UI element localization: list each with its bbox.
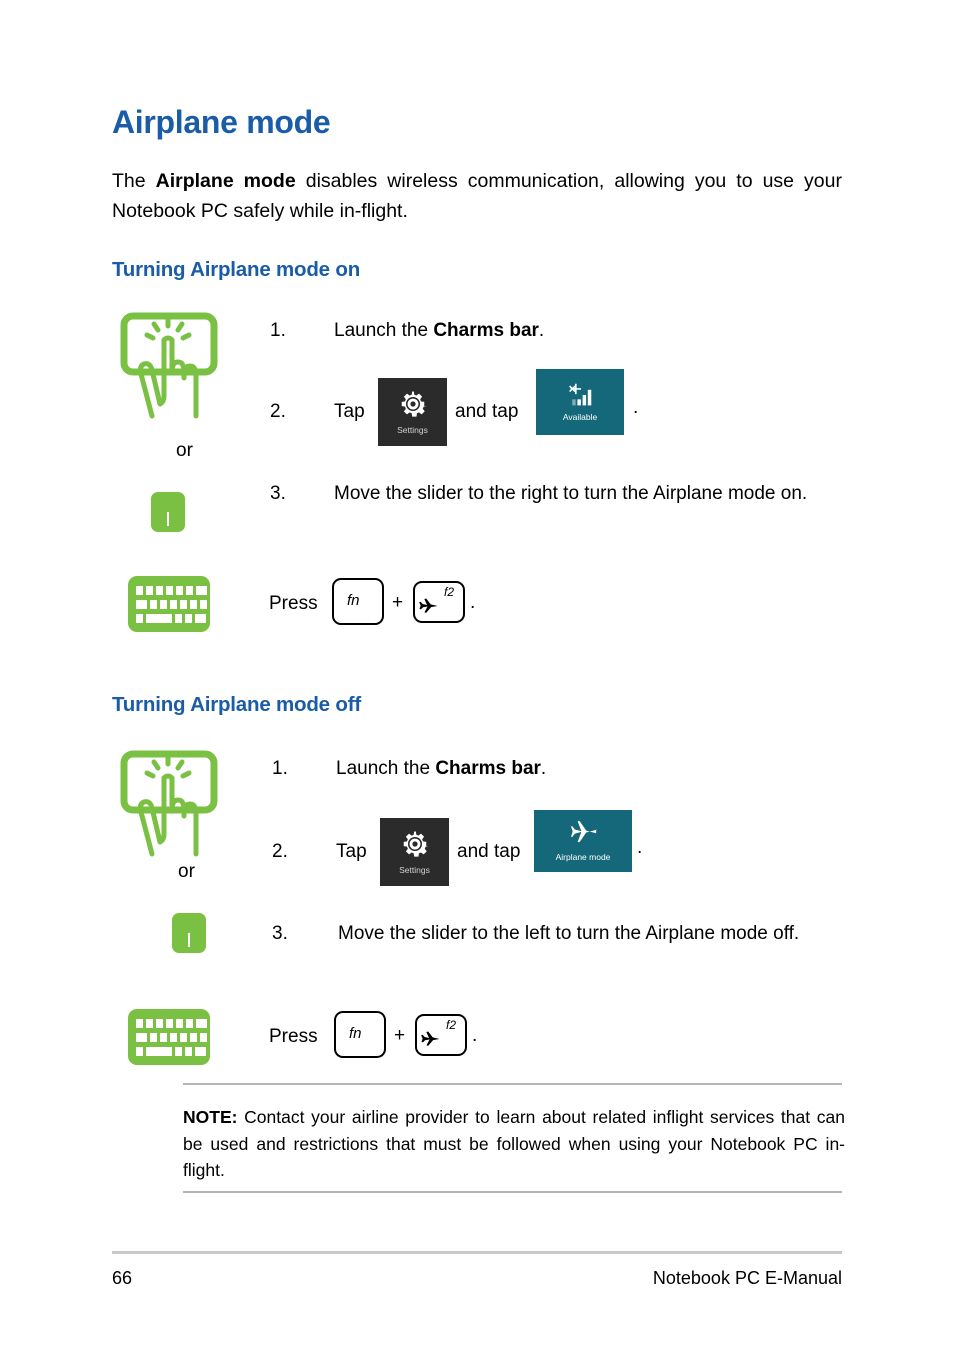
settings-tile-off[interactable]: Settings [380,818,449,886]
network-tile-label: Available [562,412,598,422]
gear-icon [401,391,427,417]
keyboard-row-3-off [136,1047,206,1056]
step-off-1-after: . [540,758,547,779]
keyboard-icon-off [128,1009,210,1065]
press-label-on: Press [269,593,318,614]
step-number-on-3: 3. [270,483,286,504]
note-body: Contact your airline provider to learn a… [183,1107,845,1180]
touchscreen-gesture-icon-off [120,750,218,863]
keyboard-row-2-off [136,1033,207,1042]
step-number-on-2: 2. [270,401,286,422]
or-label-off: or [178,861,195,882]
step-text-off-2-tap: Tap [336,841,367,862]
keyboard-row-1 [136,586,207,595]
plus-sign-on: + [392,592,404,613]
note-label: NOTE: [183,1107,238,1127]
airplane-tile-label: Airplane mode [555,852,611,862]
plus-sign-off: + [394,1025,406,1046]
keyboard-icon-on [128,576,210,632]
section-heading-turning-off: Turning Airplane mode off [112,693,361,716]
step-on-1-before: Launch the [334,320,434,341]
settings-tile-label-off: Settings [399,865,430,875]
airplane-icon [571,820,597,843]
press-label-off: Press [269,1026,318,1047]
step-number-on-1: 1. [270,320,286,341]
note-divider-top [183,1083,842,1085]
network-available-tile[interactable]: Available [536,369,624,435]
step-text-off-2-mid: and tap [457,841,521,862]
footer-divider [112,1251,842,1254]
step-off-1-before: Launch the [336,758,436,779]
keyboard-row-1-off [136,1019,207,1028]
gear-icon [403,831,429,857]
f2-key-label-off: f2 [446,1018,457,1032]
airplane-mode-tile[interactable]: Airplane mode [534,810,632,872]
intro-paragraph: The Airplane mode disables wireless comm… [112,166,842,226]
manual-title: Notebook PC E-Manual [652,1268,842,1288]
keyboard-row-2 [136,600,207,609]
keyboard-row-3 [136,614,206,623]
press-period-off: . [472,1025,478,1046]
intro-text-before: The [112,170,156,192]
manual-page: Airplane mode The Airplane mode disables… [0,0,954,1345]
airplane-glyph-off [420,1031,441,1055]
keyboard-icon-shape [128,576,210,632]
settings-tile-label: Settings [397,425,428,435]
settings-tile-on[interactable]: Settings [378,378,447,446]
page-title: Airplane mode [112,104,331,140]
fn-key-label-on: fn [347,592,360,609]
note-text: NOTE: Contact your airline provider to l… [183,1104,845,1184]
step-text-on-3: Move the slider to the right to turn the… [334,483,808,504]
note-divider-bottom [183,1191,842,1193]
step-text-on-2-mid: and tap [455,401,519,422]
touchscreen-gesture-icon [120,312,218,425]
step-off-2-period: . [637,837,643,858]
keyboard-icon-shape-off [128,1009,210,1065]
step-on-1-bold: Charms bar [433,320,539,341]
f2-key-label-on: f2 [444,585,455,599]
step-number-off-1: 1. [272,758,288,779]
airplane-glyph-on [418,598,439,622]
touchpad-icon-off [172,913,206,953]
touchpad-icon-shape-off [172,913,206,953]
fn-key-label-off: fn [349,1025,362,1042]
touchpad-icon-on [151,492,185,532]
step-on-1-after: . [538,320,545,341]
step-on-2-period: . [633,397,639,418]
step-text-off-1: Launch the Charms bar. [336,754,806,784]
section-heading-turning-on: Turning Airplane mode on [112,258,361,281]
intro-text-bold: Airplane mode [155,170,296,192]
page-number: 66 [112,1268,133,1288]
step-number-off-3: 3. [272,923,288,944]
step-off-1-bold: Charms bar [435,758,541,779]
step-number-off-2: 2. [272,841,288,862]
or-label-on: or [176,440,193,461]
wifi-signal-bars-icon [569,383,592,406]
step-text-on-2-tap: Tap [334,401,365,422]
step-text-off-3: Move the slider to the left to turn the … [338,923,800,944]
step-text-on-1: Launch the Charms bar. [334,316,804,346]
touchpad-icon-shape [151,492,185,532]
press-period-on: . [470,592,476,613]
